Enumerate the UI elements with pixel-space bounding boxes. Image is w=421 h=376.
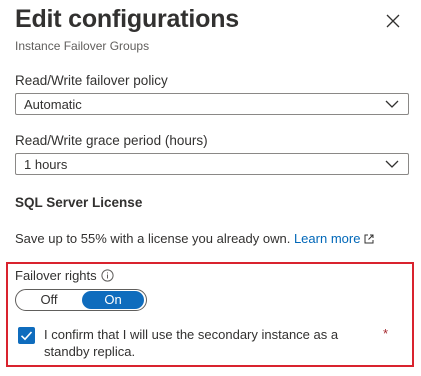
confirm-label: I confirm that I will use the secondary …	[44, 327, 339, 359]
confirm-checkbox[interactable]	[18, 327, 35, 344]
page-subtitle: Instance Failover Groups	[15, 39, 150, 53]
license-info: Save up to 55% with a license you alread…	[15, 231, 375, 246]
chevron-down-icon	[385, 160, 399, 168]
page-title: Edit configurations	[15, 5, 239, 33]
failover-policy-value: Automatic	[24, 97, 82, 112]
toggle-on-option[interactable]: On	[82, 291, 144, 309]
learn-more-link[interactable]: Learn more	[294, 231, 360, 246]
chevron-down-icon	[385, 100, 399, 108]
grace-period-label: Read/Write grace period (hours)	[15, 133, 208, 148]
info-icon[interactable]	[101, 269, 114, 282]
required-marker: *	[383, 326, 389, 341]
failover-policy-dropdown[interactable]: Automatic	[15, 93, 409, 115]
failover-rights-toggle[interactable]: Off On	[15, 289, 147, 311]
failover-rights-label: Failover rights	[15, 268, 114, 283]
grace-period-dropdown[interactable]: 1 hours	[15, 153, 409, 175]
license-text: Save up to 55% with a license you alread…	[15, 231, 294, 246]
grace-period-value: 1 hours	[24, 157, 68, 172]
failover-policy-label: Read/Write failover policy	[15, 73, 168, 88]
checkmark-icon	[20, 331, 33, 341]
external-link-icon[interactable]	[363, 233, 375, 245]
toggle-off-option[interactable]: Off	[18, 291, 80, 309]
close-icon[interactable]	[384, 12, 402, 30]
license-heading: SQL Server License	[15, 195, 143, 210]
failover-rights-text: Failover rights	[15, 268, 97, 283]
